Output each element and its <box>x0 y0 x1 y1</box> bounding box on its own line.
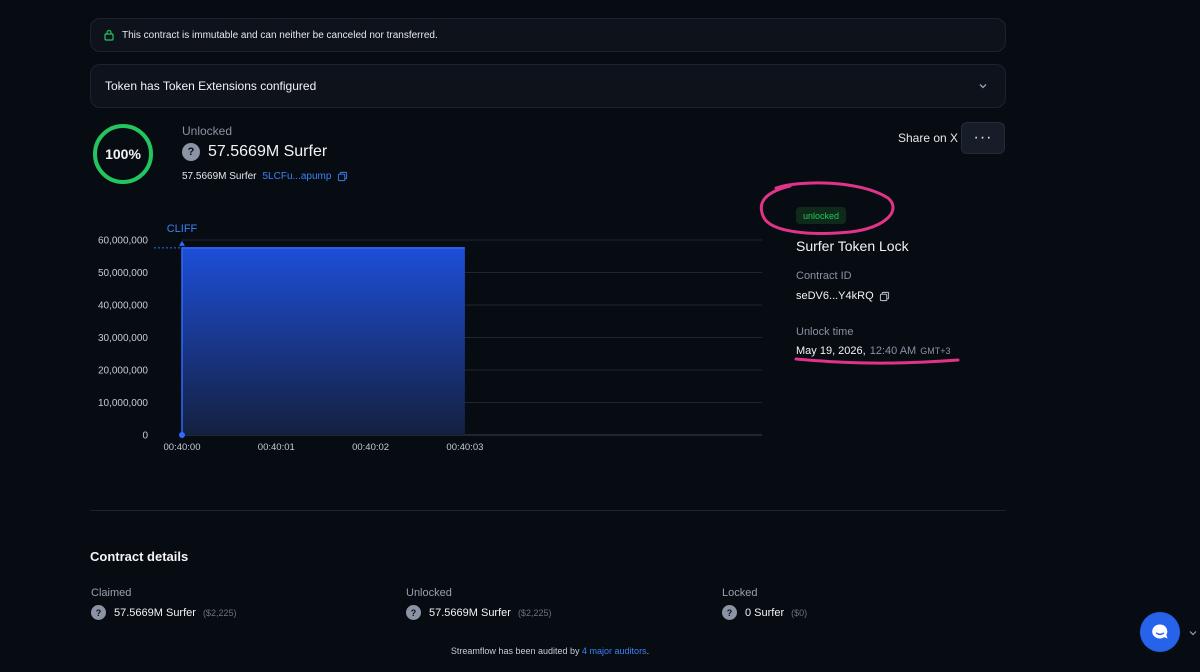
contract-id-label: Contract ID <box>796 270 852 282</box>
chat-button[interactable] <box>1140 612 1180 652</box>
sub-amount: 57.5669M Surfer <box>182 171 257 182</box>
detail-claimed: Claimed ? 57.5669M Surfer ($2,225) <box>91 587 236 620</box>
status-badge: unlocked <box>796 207 847 224</box>
auditors-link[interactable]: 4 major auditors <box>582 646 647 656</box>
footer-prefix: Streamflow has been audited by <box>450 646 580 656</box>
token-question-icon: ? <box>182 143 200 161</box>
start-point <box>179 432 185 438</box>
lock-icon <box>104 29 114 41</box>
unlock-timezone: GMT+3 <box>920 346 951 356</box>
share-on-x-button[interactable]: Share on X <box>890 124 966 152</box>
unlock-chart: 60,000,000 50,000,000 40,000,000 30,000,000… <box>98 223 762 453</box>
audit-footer: Streamflow has been audited by 4 major a… <box>0 646 1100 656</box>
contract-id-value: seDV6...Y4kRQ <box>796 290 874 302</box>
detail-label: Claimed <box>91 587 132 599</box>
chat-bubble-icon <box>1152 624 1168 639</box>
immutable-banner: This contract is immutable and can neith… <box>90 18 1006 52</box>
detail-value: 0 Surfer <box>745 606 785 619</box>
area-fill <box>182 247 465 435</box>
detail-value-row: ? 57.5669M Surfer ($2,225) <box>91 605 236 620</box>
banner-text: This contract is immutable and can neith… <box>122 29 438 41</box>
token-question-icon: ? <box>91 605 106 620</box>
progress-percent: 100% <box>105 146 141 162</box>
contract-id-row: seDV6...Y4kRQ <box>796 290 890 302</box>
y-tick-label: 50,000,000 <box>98 268 148 279</box>
scroll-down-chevron-icon[interactable] <box>1188 628 1198 638</box>
x-tick-label: 00:40:01 <box>258 442 295 453</box>
token-extensions-label: Token has Token Extensions configured <box>105 79 317 93</box>
more-options-button[interactable]: ··· <box>961 122 1005 154</box>
detail-value-row: ? 0 Surfer ($0) <box>722 605 807 620</box>
detail-value: 57.5669M Surfer <box>429 606 511 619</box>
token-address-link[interactable]: 5LCFu...apump <box>263 171 332 182</box>
more-dots-icon: ··· <box>973 129 993 146</box>
unlock-time-label: Unlock time <box>796 326 854 338</box>
unlocked-amount-row: ? 57.5669M Surfer <box>182 143 327 161</box>
detail-label: Locked <box>722 587 758 599</box>
cliff-arrow-icon <box>179 240 185 246</box>
detail-label: Unlocked <box>406 587 452 599</box>
section-divider <box>90 510 1006 511</box>
detail-unlocked: Unlocked ? 57.5669M Surfer ($2,225) <box>406 587 551 620</box>
copy-icon[interactable] <box>337 171 348 182</box>
x-tick-label: 00:40:03 <box>446 442 483 453</box>
y-tick-label: 0 <box>142 431 148 442</box>
detail-usd: ($2,225) <box>517 607 552 618</box>
x-tick-label: 00:40:02 <box>352 442 389 453</box>
cliff-label: CLIFF <box>167 223 198 235</box>
token-address-row: 57.5669M Surfer 5LCFu...apump <box>182 171 348 182</box>
detail-locked: Locked ? 0 Surfer ($0) <box>722 587 807 620</box>
token-question-icon: ? <box>406 605 421 620</box>
footer-suffix: . <box>646 646 650 656</box>
detail-value-row: ? 57.5669M Surfer ($2,225) <box>406 605 551 620</box>
unlock-date: May 19, 2026, <box>796 345 866 357</box>
y-tick-label: 60,000,000 <box>98 236 148 247</box>
token-question-icon: ? <box>722 605 737 620</box>
unlock-time-value: May 19, 2026, 12:40 AM GMT+3 <box>796 345 950 357</box>
y-tick-label: 30,000,000 <box>98 333 148 344</box>
chevron-down-icon <box>979 84 987 89</box>
unlock-time: 12:40 AM <box>869 345 917 357</box>
unlock-progress-ring: 100% <box>92 123 154 185</box>
detail-usd: ($2,225) <box>202 607 237 618</box>
contract-title: Surfer Token Lock <box>796 238 909 254</box>
contract-details-title: Contract details <box>90 549 189 564</box>
detail-usd: ($0) <box>791 607 808 618</box>
y-tick-label: 10,000,000 <box>98 398 148 409</box>
y-tick-label: 20,000,000 <box>98 366 148 377</box>
annotation-underline <box>794 357 960 365</box>
copy-icon[interactable] <box>879 291 890 302</box>
detail-value: 57.5669M Surfer <box>114 606 196 619</box>
x-tick-label: 00:40:00 <box>164 442 201 453</box>
unlocked-amount: 57.5669M Surfer <box>208 143 328 160</box>
y-tick-label: 40,000,000 <box>98 301 148 312</box>
unlocked-caption: Unlocked <box>182 124 233 138</box>
token-extensions-accordion[interactable]: Token has Token Extensions configured <box>90 64 1006 108</box>
